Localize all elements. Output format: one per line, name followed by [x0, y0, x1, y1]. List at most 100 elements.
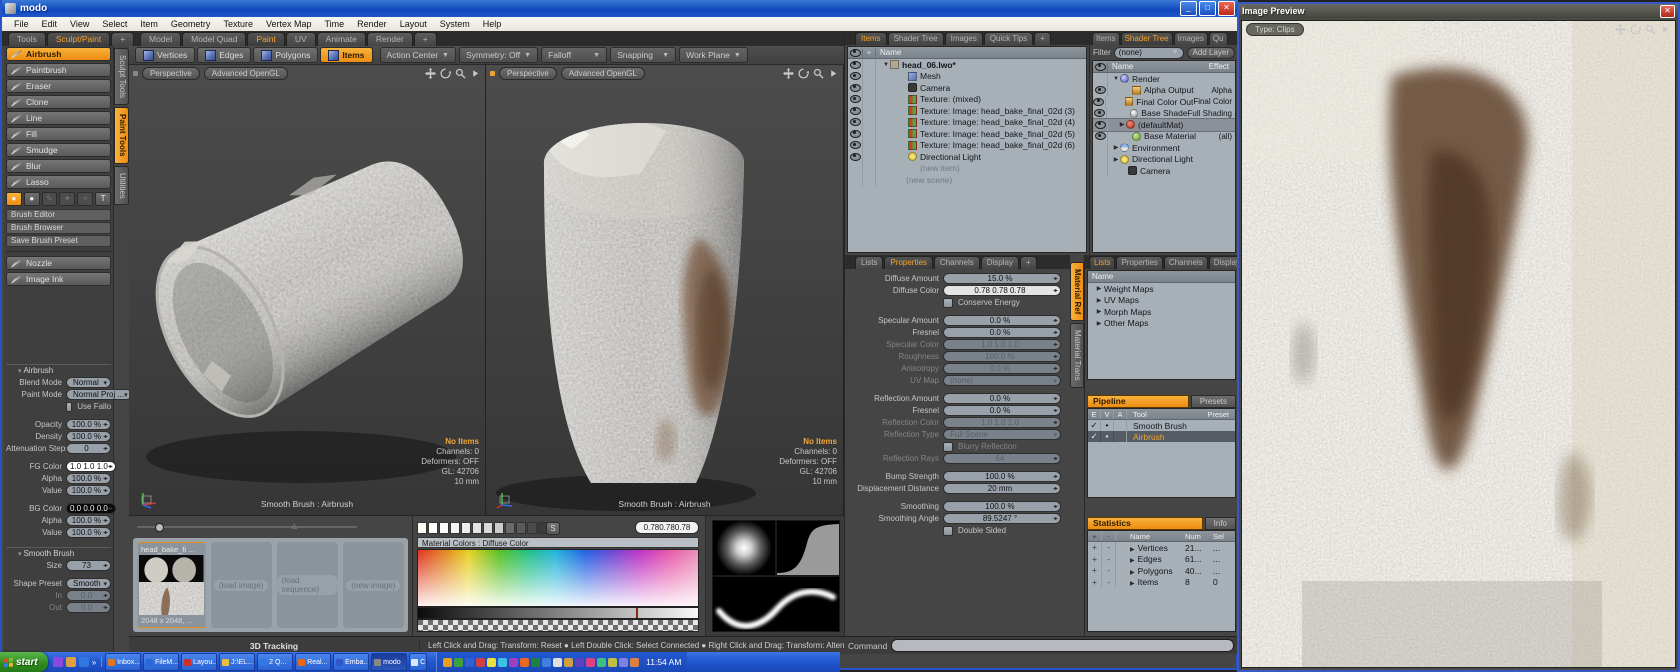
eye-icon[interactable]: [1095, 121, 1106, 129]
shader-tree-row[interactable]: ▼ Render: [1093, 73, 1235, 85]
clip-slot[interactable]: (load image): [211, 542, 272, 628]
spinner-icon[interactable]: ◂▸: [103, 517, 107, 524]
task-button[interactable]: Emba...: [333, 653, 369, 671]
panel-tab[interactable]: Items: [1092, 32, 1120, 45]
brush-tip-mode-button[interactable]: ●: [6, 192, 22, 206]
menu-item[interactable]: Texture: [217, 19, 259, 29]
spinner-icon[interactable]: ◂▸: [1053, 275, 1057, 282]
visibility-cell[interactable]: [848, 151, 863, 163]
layout-tab[interactable]: +: [111, 32, 134, 46]
tray-icon[interactable]: [487, 658, 496, 667]
brush-tip-mode-button[interactable]: ✦: [59, 192, 75, 206]
value-field[interactable]: 100.0 % ◂▸ ▾: [66, 473, 111, 484]
spinner-icon[interactable]: ◂▸: [103, 487, 107, 494]
item-tree-row[interactable]: (new item): [848, 163, 1086, 175]
tool-button[interactable]: Lasso: [6, 175, 111, 189]
visibility-cell[interactable]: [1093, 108, 1107, 120]
sidebar-vertical-tab[interactable]: Sculpt Tools: [114, 48, 129, 105]
task-button[interactable]: FileM...: [143, 653, 179, 671]
eye-icon[interactable]: [850, 61, 861, 69]
clip-slot[interactable]: (load sequence): [277, 542, 338, 628]
color-swatch[interactable]: [417, 522, 427, 534]
spinner-icon[interactable]: ◂▸: [1053, 287, 1057, 294]
info-tab[interactable]: Info: [1205, 517, 1236, 530]
task-button[interactable]: C: [409, 653, 427, 671]
toolbar-dropdown[interactable]: Work Plane ▼: [679, 47, 748, 63]
value-field[interactable]: 1.0 1.0 1.0 ◂▸ ▾: [943, 417, 1061, 428]
task-button[interactable]: Real...: [295, 653, 331, 671]
panel-tab[interactable]: Channels: [934, 256, 980, 269]
tray-icon[interactable]: [586, 658, 595, 667]
visibility-cell[interactable]: [848, 71, 863, 83]
tray-icon[interactable]: [542, 658, 551, 667]
pipeline-row[interactable]: ✓ • Smooth Brush: [1088, 420, 1235, 431]
pan-icon[interactable]: [1615, 24, 1626, 35]
spinner-icon[interactable]: ◂▸: [1053, 407, 1057, 414]
color-value-field[interactable]: 0.780.780.78: [635, 521, 699, 534]
shader-tree-row[interactable]: ▶ Directional Light: [1093, 154, 1235, 166]
value-field[interactable]: Normal Proj ... ◂▸ ▾: [66, 389, 132, 400]
value-field[interactable]: 15.0 % ◂▸ ▾: [943, 273, 1061, 284]
value-field[interactable]: Smooth ◂▸ ▾: [66, 578, 111, 589]
select-remove-button[interactable]: -: [1102, 565, 1116, 577]
close-button[interactable]: ✕: [1218, 1, 1235, 16]
viewport-menu-icon[interactable]: [470, 68, 481, 79]
quick-launch-more-icon[interactable]: »: [92, 658, 96, 667]
expand-arrow-icon[interactable]: ▶: [1094, 285, 1104, 292]
panel-tab[interactable]: Channels: [1164, 256, 1208, 269]
visibility-cell[interactable]: [848, 128, 863, 140]
layout-tab[interactable]: Tools: [8, 32, 46, 46]
pipeline-header[interactable]: Pipeline: [1087, 395, 1189, 408]
workspace-tab[interactable]: +: [414, 32, 437, 46]
menu-item[interactable]: Select: [96, 19, 133, 29]
panel-tab[interactable]: +: [1020, 256, 1037, 269]
brush-tip-mode-button[interactable]: T: [95, 192, 111, 206]
shader-tree-row[interactable]: Camera: [1093, 165, 1235, 177]
spinner-icon[interactable]: ◂▸: [1053, 353, 1057, 360]
select-remove-button[interactable]: -: [1102, 554, 1116, 566]
task-button[interactable]: J:\EL...: [219, 653, 255, 671]
value-field[interactable]: 0.0 % ◂▸ ▾: [943, 315, 1061, 326]
viewport-right[interactable]: Perspective Advanced OpenGL No Items Cha…: [486, 65, 844, 515]
item-tree-row[interactable]: (new scene): [848, 174, 1086, 186]
value-field[interactable]: 1.0 1.0 1.0 ◂▸ ▾: [943, 339, 1061, 350]
expand-arrow-icon[interactable]: ▶: [1130, 558, 1135, 564]
value-field[interactable]: 64 ◂▸ ▾: [943, 453, 1061, 464]
item-tree-row[interactable]: Texture: Image: head_bake_final_02d (3): [848, 105, 1086, 117]
item-tree-row[interactable]: Camera: [848, 82, 1086, 94]
viewport-menu-icon[interactable]: [828, 68, 839, 79]
zoom-icon[interactable]: [455, 68, 466, 79]
panel-tab[interactable]: Shader Tree: [888, 32, 944, 45]
spinner-icon[interactable]: ◂▸: [103, 475, 107, 482]
preview-titlebar[interactable]: Image Preview ✕: [1239, 4, 1678, 18]
tray-icon[interactable]: [597, 658, 606, 667]
spinner-icon[interactable]: ◂▸: [1053, 395, 1057, 402]
color-swatch[interactable]: [472, 522, 482, 534]
tool-button[interactable]: Smudge: [6, 143, 111, 157]
tool-button[interactable]: Line: [6, 111, 111, 125]
visibility-cell[interactable]: [848, 94, 863, 106]
spinner-icon[interactable]: ◂▸: [1053, 365, 1057, 372]
checkbox[interactable]: [943, 442, 953, 452]
enabled-check[interactable]: ✓: [1088, 420, 1101, 431]
workspace-tab[interactable]: Animate: [317, 32, 366, 46]
value-field[interactable]: 100.0 % ◂▸ ▾: [66, 431, 111, 442]
panel-tab[interactable]: +: [1034, 32, 1051, 45]
visibility-cell[interactable]: [1093, 154, 1108, 166]
map-list-row[interactable]: ▶ Other Maps: [1088, 318, 1235, 330]
checkbox[interactable]: [943, 298, 953, 308]
viewport-menu-icon[interactable]: [1660, 24, 1671, 35]
spinner-icon[interactable]: ◂▸: [1053, 515, 1057, 522]
spinner-icon[interactable]: ◂▸: [1053, 485, 1057, 492]
eye-icon[interactable]: [1095, 132, 1106, 140]
visibility-cell[interactable]: [1093, 119, 1108, 131]
value-marker[interactable]: [636, 608, 638, 618]
brush-tip-mode-button[interactable]: ✎: [42, 192, 58, 206]
eye-icon[interactable]: [850, 107, 861, 115]
sidebar-vertical-tab[interactable]: Paint Tools: [114, 107, 129, 164]
value-field[interactable]: 0.0 % ◂▸ ▾: [943, 405, 1061, 416]
value-field[interactable]: Normal ◂▸ ▾: [66, 377, 111, 388]
component-mode-button[interactable]: Edges: [197, 47, 251, 63]
visibility-cell[interactable]: [1093, 85, 1108, 97]
menu-item[interactable]: Vertex Map: [260, 19, 318, 29]
